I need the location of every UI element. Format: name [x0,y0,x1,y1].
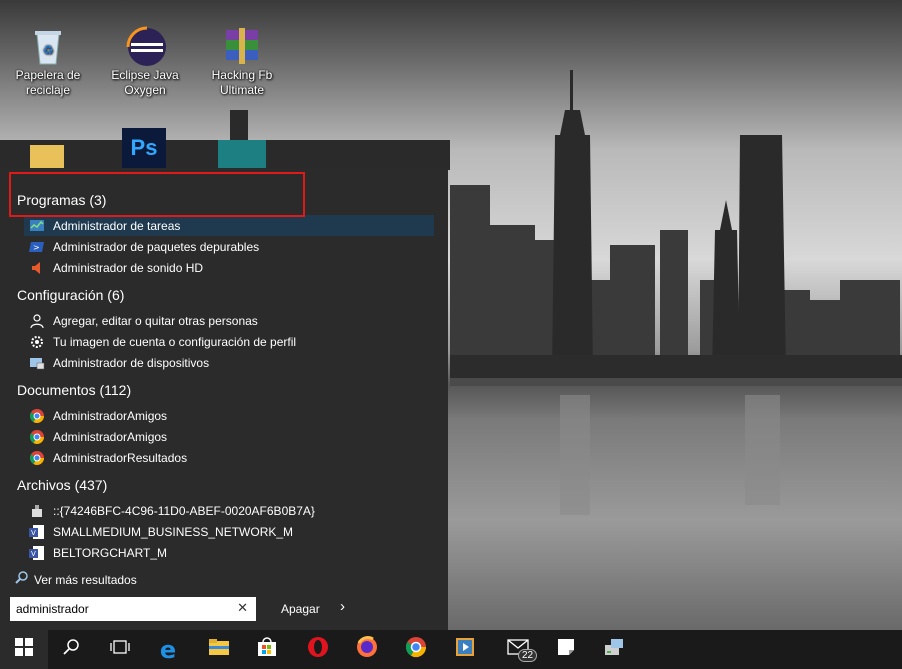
desktop-icon-eclipse[interactable]: Eclipse Java Oxygen [105,26,185,98]
firefox-icon [356,636,378,663]
chrome-icon [29,450,45,466]
result-label: Administrador de sonido HD [53,260,204,275]
taskbar-network-app[interactable] [590,630,638,669]
result-label: ::{74246BFC-4C96-11D0-ABEF-0020AF6B0B7A} [53,503,315,518]
result-file-1[interactable]: ::{74246BFC-4C96-11D0-ABEF-0020AF6B0B7A} [24,500,434,521]
taskbar-store[interactable] [243,630,291,669]
result-add-people[interactable]: Agregar, editar o quitar otras personas [24,310,434,331]
svg-text:>: > [33,243,40,252]
more-results-label: Ver más resultados [34,572,137,587]
start-search-panel: Programas (3) Administrador de tareas > … [0,168,448,630]
visio-icon: V [29,524,45,540]
taskbar-opera[interactable] [294,630,342,669]
edge-icon: e [159,635,177,664]
store-icon [257,637,277,662]
folder-icon[interactable] [30,145,64,169]
svg-text:V: V [31,550,36,558]
result-file-2[interactable]: V SMALLMEDIUM_BUSINESS_NETWORK_M [24,521,434,542]
file-explorer-icon [208,638,230,661]
teal-app-icon[interactable] [218,140,266,168]
visio-icon: V [29,545,45,561]
result-sound-manager[interactable]: Administrador de sonido HD [24,257,434,278]
result-label: Tu imagen de cuenta o configuración de p… [53,334,297,349]
taskbar-file-explorer[interactable] [195,630,243,669]
start-button[interactable] [0,630,48,669]
taskbar-sticky-notes[interactable] [542,630,590,669]
section-title-archivos: Archivos (437) [17,477,108,493]
windows-start-icon [15,638,33,661]
recycle-bin-icon: ♻ [28,26,68,66]
network-icon [603,637,625,662]
result-document-2[interactable]: AdministradorAmigos [24,426,434,447]
task-view-icon [110,639,130,660]
taskbar-chrome[interactable] [392,630,440,669]
power-button[interactable]: Apagar [281,602,320,616]
task-manager-icon [29,218,45,234]
photoshop-icon[interactable]: Ps [122,128,166,168]
chrome-icon [405,636,427,663]
sticky-notes-icon [557,638,575,661]
power-options-arrow-button[interactable]: › [340,598,345,615]
media-player-icon [455,637,475,662]
result-label: AdministradorResultados [53,450,188,465]
taskbar-firefox[interactable] [343,630,391,669]
section-title-documentos: Documentos (112) [17,382,132,398]
result-label: Agregar, editar o quitar otras personas [53,313,258,328]
taskbar-mail[interactable]: 22 [494,630,542,669]
desktop-icon-label: Eclipse Java Oxygen [111,68,179,97]
section-title-configuracion: Configuración (6) [17,287,125,303]
desktop-icon-label: Papelera de reciclaje [15,68,81,97]
result-document-3[interactable]: AdministradorResultados [24,447,434,468]
search-box[interactable]: ✕ [10,597,256,621]
search-input[interactable] [16,602,226,616]
result-label: Administrador de dispositivos [53,355,210,370]
result-document-1[interactable]: AdministradorAmigos [24,405,434,426]
chrome-icon [29,408,45,424]
result-package-manager[interactable]: > Administrador de paquetes depurables [24,236,434,257]
taskbar-edge[interactable]: e [144,630,192,669]
result-file-3[interactable]: V BELTORGCHART_M [24,542,434,563]
mail-badge: 22 [518,649,538,662]
taskbar: e 22 [0,630,902,669]
result-label: SMALLMEDIUM_BUSINESS_NETWORK_M [53,524,294,539]
chrome-icon [29,429,45,445]
device-manager-icon [29,355,45,371]
speaker-icon [29,260,45,276]
result-label: Administrador de tareas [53,218,181,233]
search-icon [63,638,81,661]
taskbar-media-player[interactable] [441,630,489,669]
result-label: AdministradorAmigos [53,429,168,444]
svg-text:♻: ♻ [43,43,54,57]
result-task-manager[interactable]: Administrador de tareas [24,215,434,236]
result-label: AdministradorAmigos [53,408,168,423]
task-view-button[interactable] [96,630,144,669]
result-account-picture[interactable]: Tu imagen de cuenta o configuración de p… [24,331,434,352]
eclipse-icon [125,26,166,66]
clear-search-button[interactable]: ✕ [237,600,248,616]
desktop-icon-recycle-bin[interactable]: ♻ Papelera de reciclaje [8,26,88,98]
result-label: Administrador de paquetes depurables [53,239,260,254]
device-icon [29,503,45,519]
taskbar-search-button[interactable] [48,630,96,669]
desktop-icon-label: Hacking Fb Ultimate [211,68,273,97]
svg-text:V: V [31,529,36,537]
winrar-icon [222,26,262,66]
red-highlight-box [9,172,305,217]
gear-icon [29,334,45,350]
result-device-manager[interactable]: Administrador de dispositivos [24,352,434,373]
opera-icon [307,636,329,663]
magnifier-icon [15,571,29,588]
powershell-icon: > [29,239,45,255]
person-icon [29,313,45,329]
result-label: BELTORGCHART_M [53,545,168,560]
desktop-icon-winrar[interactable]: Hacking Fb Ultimate [202,26,282,98]
more-results-link[interactable]: Ver más resultados [15,571,137,588]
